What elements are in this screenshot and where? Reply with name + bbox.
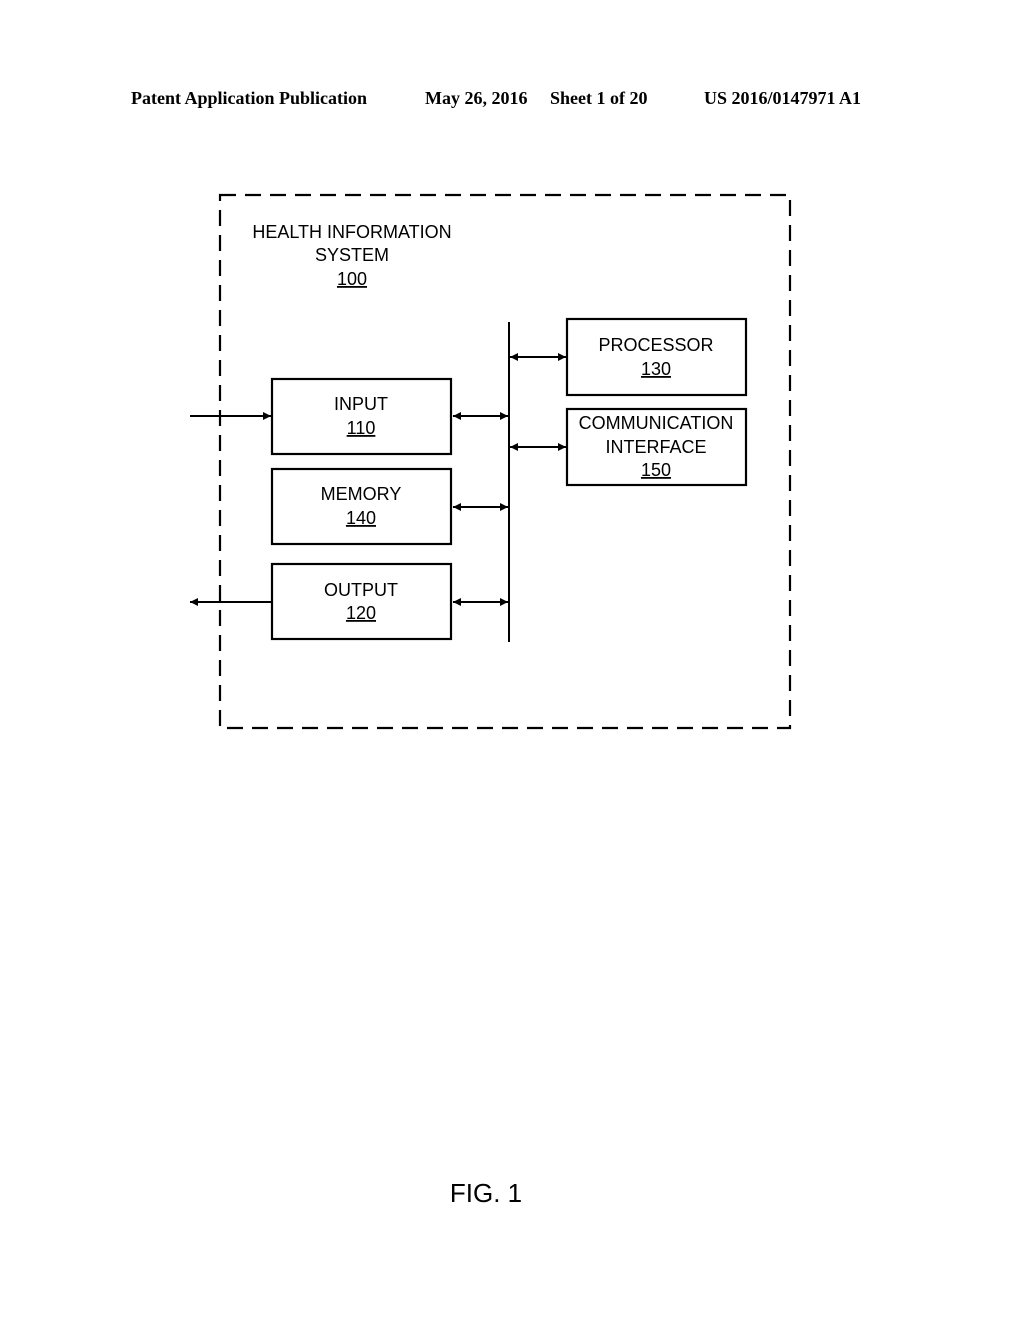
input-ref: 110 <box>347 418 376 438</box>
processor-ref: 130 <box>641 359 671 379</box>
comm-ref: 150 <box>641 460 671 480</box>
comm-label-line2: INTERFACE <box>605 437 706 457</box>
input-label: INPUT <box>334 394 388 414</box>
memory-label: MEMORY <box>321 484 402 504</box>
output-block <box>270 562 453 641</box>
processor-label: PROCESSOR <box>598 335 713 355</box>
output-label: OUTPUT <box>324 580 398 600</box>
input-block <box>270 377 453 456</box>
system-title-line2: SYSTEM <box>315 245 389 265</box>
memory-ref: 140 <box>346 508 376 528</box>
processor-block <box>565 317 748 397</box>
memory-block <box>270 467 453 546</box>
comm-label-line1: COMMUNICATION <box>579 413 734 433</box>
block-diagram: HEALTH INFORMATION SYSTEM 100 INPUT 110 … <box>190 193 792 730</box>
output-ref: 120 <box>346 603 376 623</box>
figure-label: FIG. 1 <box>449 1178 523 1208</box>
system-ref: 100 <box>337 269 367 289</box>
system-title-line1: HEALTH INFORMATION <box>252 222 451 242</box>
